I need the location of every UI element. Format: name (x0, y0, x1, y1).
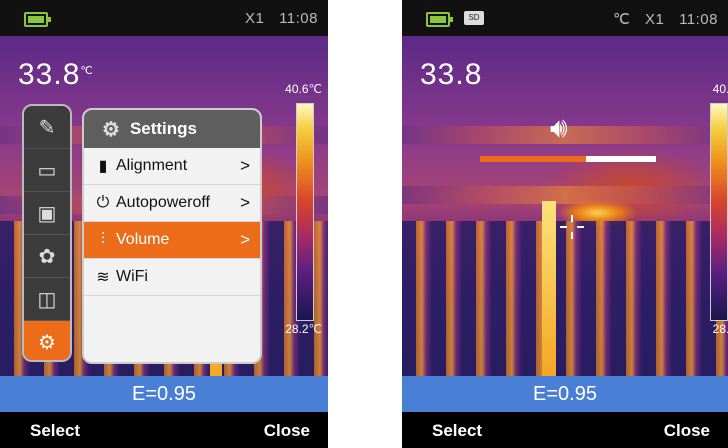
volume-sliders-icon: ⫶ (100, 231, 105, 248)
menu-icon-strip: ✎ ▭ ▣ ✿ ◫ ⚙ (22, 104, 72, 362)
close-softkey[interactable]: Close (264, 421, 310, 441)
scale-min-label: 28.2℃ (285, 322, 322, 336)
status-bar: SD ℃ X1 11:08 (402, 0, 728, 36)
video-icon[interactable]: ◫ (24, 278, 70, 321)
image-icon[interactable]: ▣ (24, 192, 70, 235)
gear-icon: ⚙ (102, 118, 120, 141)
emissivity-bar: E=0.95 (0, 376, 328, 412)
softkey-bar: Select Close (0, 412, 328, 448)
softkey-bar: Select Close (402, 412, 728, 448)
select-softkey[interactable]: Select (432, 421, 482, 441)
battery-icon (426, 12, 453, 27)
center-temperature: 33.8℃ (18, 58, 94, 91)
close-softkey[interactable]: Close (664, 421, 710, 441)
temperature-unit-indicator: ℃ (613, 11, 631, 28)
sd-card-icon: SD (464, 11, 484, 25)
battery-icon (24, 12, 51, 27)
menu-item-alignment[interactable]: ▮ Alignment > (84, 148, 260, 185)
pen-icon[interactable]: ✎ (24, 106, 70, 149)
menu-item-volume[interactable]: ⫶ Volume > (84, 222, 260, 259)
speaker-volume-icon: 🔊︎ (550, 112, 568, 143)
wifi-icon: ≋ (96, 269, 110, 286)
settings-title: Settings (129, 119, 197, 138)
crosshair-icon (560, 215, 584, 239)
clock: 11:08 (679, 11, 718, 28)
chevron-right-icon: > (240, 193, 250, 212)
ruler-icon[interactable]: ▭ (24, 149, 70, 192)
scale-max-label: 40.6 (712, 82, 728, 96)
emissivity-bar: E=0.95 (402, 376, 728, 412)
volume-slider[interactable] (480, 156, 656, 162)
zoom-indicator: X1 (645, 11, 665, 28)
thermal-camera-screen-volume: SD ℃ X1 11:08 33.8 40.6 28.2 🔊︎ E=0.95 S… (402, 0, 728, 448)
scale-max-label: 40.6℃ (285, 82, 322, 96)
settings-menu: ⚙ Settings ▮ Alignment > ⏻ Autopoweroff … (82, 108, 262, 364)
color-scale-bar (296, 103, 314, 321)
power-icon: ⏻ (96, 194, 110, 211)
status-bar: X1 11:08 (0, 0, 328, 36)
settings-gear-icon[interactable]: ⚙ (24, 321, 70, 360)
color-scale-bar (710, 103, 728, 321)
scale-min-label: 28.2 (712, 322, 728, 336)
center-temperature: 33.8 (420, 58, 483, 91)
chevron-right-icon: > (240, 230, 250, 249)
palette-icon[interactable]: ✿ (24, 235, 70, 278)
temperature-unit: ℃ (80, 65, 94, 77)
volume-slider-fill (480, 156, 586, 162)
menu-item-wifi[interactable]: ≋ WiFi (84, 259, 260, 296)
select-softkey[interactable]: Select (30, 421, 80, 441)
settings-header: ⚙ Settings (84, 110, 260, 148)
thermal-camera-screen-settings: X1 11:08 33.8℃ 40.6℃ 28.2℃ ✎ ▭ ▣ ✿ ◫ ⚙ ⚙… (0, 0, 328, 448)
clock: 11:08 (279, 10, 318, 27)
alignment-icon: ▮ (98, 158, 108, 175)
chevron-right-icon: > (240, 156, 250, 175)
zoom-indicator: X1 (245, 10, 265, 27)
menu-item-autopoweroff[interactable]: ⏻ Autopoweroff > (84, 185, 260, 222)
